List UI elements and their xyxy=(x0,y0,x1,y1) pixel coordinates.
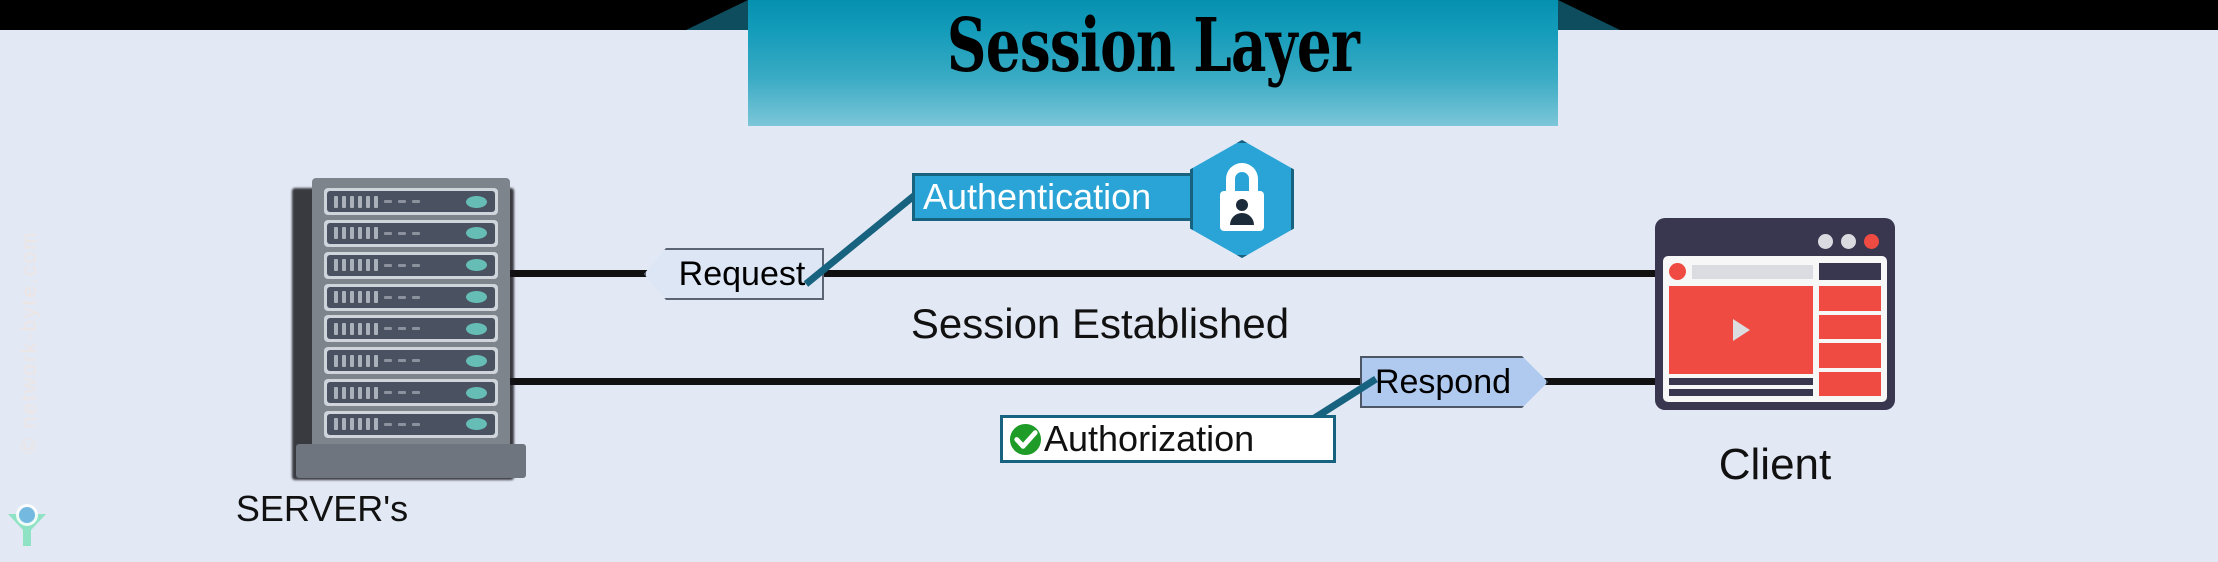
request-label: Request xyxy=(678,254,806,293)
content-text-line xyxy=(1669,389,1813,396)
server-slot xyxy=(324,251,498,279)
content-text-line xyxy=(1669,378,1813,385)
green-check-icon xyxy=(1009,423,1042,455)
server-slot xyxy=(324,315,498,343)
browser-content xyxy=(1669,286,1881,396)
title-banner: Session Layer xyxy=(686,0,1620,126)
address-bar xyxy=(1692,264,1813,279)
site-favicon-icon xyxy=(1669,263,1686,280)
window-dot-maximize-icon xyxy=(1841,233,1856,249)
server-slot xyxy=(324,410,498,438)
server-slot xyxy=(324,347,498,375)
authentication-badge[interactable]: Authentication xyxy=(912,173,1200,221)
sidebar-block xyxy=(1819,314,1881,339)
server-rack-icon xyxy=(292,178,526,480)
watermark-logo-icon xyxy=(8,504,46,546)
page-title: Session Layer xyxy=(946,3,1360,89)
server-slot xyxy=(324,283,498,311)
sidebar-column xyxy=(1819,286,1881,396)
authorization-label: Authorization xyxy=(1044,418,1255,459)
window-dot-close-icon xyxy=(1864,233,1879,249)
window-dot-minimize-icon xyxy=(1818,233,1833,249)
browser-window-icon xyxy=(1655,218,1895,410)
sidebar-block xyxy=(1819,343,1881,368)
server-body xyxy=(312,178,510,448)
server-base xyxy=(296,444,526,478)
browser-titlebar xyxy=(1663,226,1887,256)
sidebar-block xyxy=(1819,371,1881,396)
server-slot xyxy=(324,379,498,407)
browser-menu-block xyxy=(1819,263,1881,280)
authorization-badge[interactable]: Authorization xyxy=(1000,415,1336,463)
request-arrow[interactable]: Request xyxy=(644,248,824,300)
authentication-label: Authentication xyxy=(923,176,1152,217)
banner-body: Session Layer xyxy=(748,0,1558,126)
play-icon xyxy=(1732,319,1750,341)
sidebar-block xyxy=(1819,286,1881,311)
diagram-canvas: Session Layer © network-byte.com SERVER'… xyxy=(0,0,2218,562)
browser-addressbar-row xyxy=(1669,262,1881,281)
session-established-caption: Session Established xyxy=(910,300,1290,347)
video-column xyxy=(1669,286,1813,396)
padlock-user-icon xyxy=(1220,163,1264,231)
client-label: Client xyxy=(1718,440,1832,489)
video-player xyxy=(1669,286,1813,374)
browser-page xyxy=(1663,256,1887,402)
server-slot xyxy=(324,219,498,247)
server-label: SERVER's xyxy=(235,488,409,529)
server-slot xyxy=(324,188,498,215)
